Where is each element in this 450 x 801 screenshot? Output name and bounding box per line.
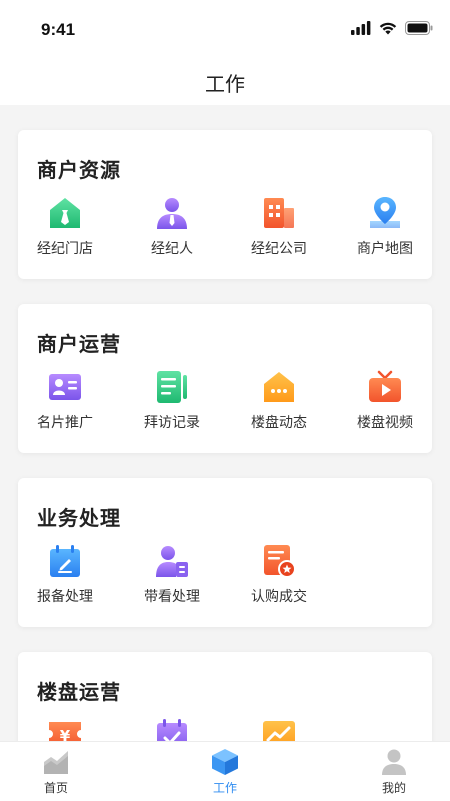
grid-item-calendar[interactable]: [137, 718, 207, 741]
page-title: 工作: [205, 74, 245, 96]
video-icon: [369, 370, 401, 402]
grid-item-card-promotion[interactable]: 名片推广: [30, 370, 100, 432]
report-icon: [50, 545, 80, 577]
section-title: 商户资源: [37, 160, 121, 182]
map-pin-icon: [370, 197, 400, 228]
grid-item-subscription-deal[interactable]: 认购成交: [244, 544, 314, 606]
grid-item-trend[interactable]: [244, 718, 314, 741]
section-business-processing: 业务处理 报备处理 带看处理 认购成交: [18, 478, 432, 627]
grid-item-visit-record[interactable]: 拜访记录: [137, 370, 207, 432]
grid-item-label: 报备处理: [37, 588, 93, 604]
viewing-icon: [156, 546, 188, 577]
price-tag-icon: ¥: [49, 722, 81, 741]
grid-item-agent[interactable]: 经纪人: [137, 196, 207, 258]
property-news-icon: [264, 372, 294, 402]
grid-item-viewing[interactable]: 带看处理: [137, 544, 207, 606]
business-card-icon: [49, 374, 81, 400]
tab-label: 首页: [43, 781, 68, 795]
profile-icon: [382, 749, 406, 775]
tab-label: 工作: [212, 781, 237, 795]
tab-home[interactable]: 首页: [16, 748, 96, 796]
grid-item-label: 商户地图: [357, 240, 413, 256]
grid-item-label: 经纪人: [151, 240, 193, 256]
grid-item-label: 经纪公司: [251, 240, 307, 256]
grid-item-report[interactable]: 报备处理: [30, 544, 100, 606]
grid-item-price[interactable]: ¥: [30, 718, 100, 741]
section-title: 楼盘运营: [37, 682, 121, 704]
grid-item-merchant-map[interactable]: 商户地图: [350, 196, 420, 258]
signal-icon: [351, 21, 371, 35]
tab-label: 我的: [381, 781, 406, 795]
navigation-bar: 工作: [0, 60, 450, 105]
grid-item-property-news[interactable]: 楼盘动态: [244, 370, 314, 432]
bottom-tab-bar: 首页 工作 我的: [0, 741, 450, 801]
grid-item-company[interactable]: 经纪公司: [244, 196, 314, 258]
work-cube-icon: [212, 749, 238, 775]
svg-text:¥: ¥: [60, 727, 71, 741]
grid-item-label: 楼盘动态: [251, 414, 307, 430]
tab-work[interactable]: 工作: [185, 748, 265, 796]
visit-record-icon: [157, 371, 187, 403]
grid-item-label: 楼盘视频: [357, 414, 413, 430]
agent-icon: [157, 198, 187, 229]
wifi-icon: [379, 22, 397, 35]
grid-item-label: 认购成交: [251, 588, 307, 604]
section-title: 商户运营: [37, 334, 121, 356]
home-chart-icon: [44, 751, 68, 774]
section-property-operations: 楼盘运营 ¥: [18, 652, 432, 741]
section-title: 业务处理: [37, 508, 121, 530]
grid-item-property-video[interactable]: 楼盘视频: [350, 370, 420, 432]
grid-item-label: 拜访记录: [144, 414, 200, 430]
store-icon: [50, 198, 80, 228]
subscription-deal-icon: [264, 545, 296, 578]
status-time: 9:41: [41, 20, 76, 39]
grid-item-store[interactable]: 经纪门店: [30, 196, 100, 258]
trend-chart-icon: [263, 721, 295, 741]
company-building-icon: [264, 198, 294, 228]
status-bar: 9:41: [0, 0, 450, 60]
grid-item-label: 经纪门店: [37, 240, 93, 256]
work-content[interactable]: 商户资源 经纪门店 经纪人 经纪公司 商户地图 商户运营 名片推广 拜访记录 楼…: [0, 105, 450, 741]
calendar-check-icon: [157, 719, 187, 741]
grid-item-label: 带看处理: [144, 588, 200, 604]
status-icons: [351, 18, 433, 38]
grid-item-label: 名片推广: [37, 414, 93, 430]
battery-icon: [405, 21, 433, 35]
section-merchant-resources: 商户资源 经纪门店 经纪人 经纪公司 商户地图: [18, 130, 432, 279]
section-merchant-operations: 商户运营 名片推广 拜访记录 楼盘动态 楼盘视频: [18, 304, 432, 453]
tab-profile[interactable]: 我的: [354, 748, 434, 796]
